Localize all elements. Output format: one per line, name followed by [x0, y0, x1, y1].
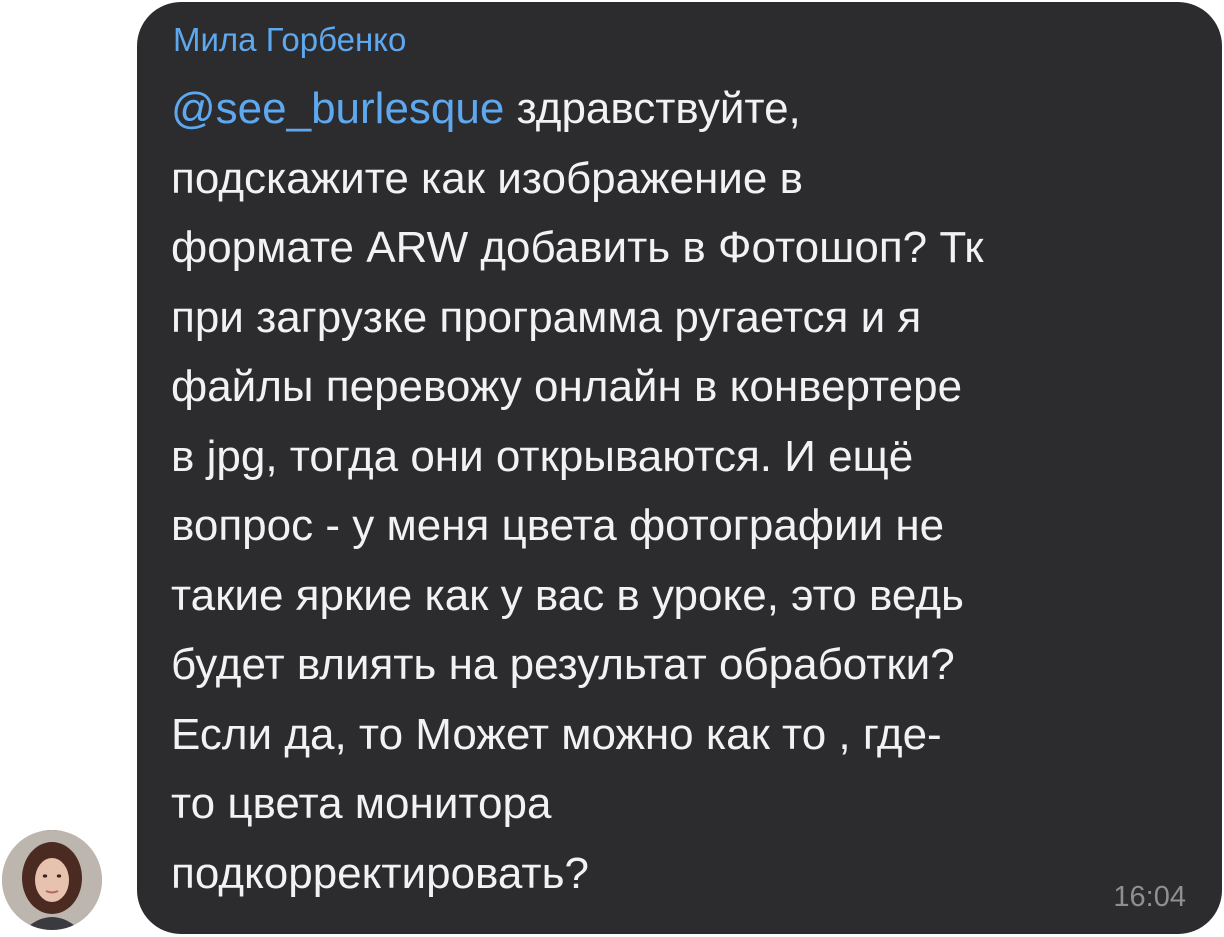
message-line: файлы перевожу онлайн в конвертере: [171, 362, 963, 411]
sender-name[interactable]: Мила Горбенко: [173, 20, 406, 60]
chat-view: Мила Горбенко @see_burlesque здравствуйт…: [0, 0, 1224, 937]
mention-link[interactable]: @see_burlesque: [171, 84, 504, 133]
message-line: такие яркие как у вас в уроке, это ведь: [171, 570, 964, 620]
avatar[interactable]: [2, 830, 102, 930]
message-line-text: здравствуйте,: [504, 84, 801, 133]
message-bubble[interactable]: Мила Горбенко @see_burlesque здравствуйт…: [137, 2, 1222, 934]
message-line: вопрос - у меня цвета фотографии не: [171, 501, 945, 550]
message-line: то цвета монитора: [171, 779, 552, 828]
message-line: при загрузке программа ругается и я: [171, 292, 922, 342]
message-line: подскажите как изображение в: [171, 153, 803, 203]
message-line: в jpg, тогда они открываются. И ещё: [171, 431, 914, 481]
message-line: @see_burlesque здравствуйте,: [171, 74, 1183, 144]
message-text: @see_burlesque здравствуйте, подскажите …: [171, 74, 1183, 908]
message-line: будет влиять на результат обработки?: [171, 640, 955, 689]
message-line: формате ARW добавить в Фотошоп? Тк: [171, 223, 984, 272]
message-timestamp: 16:04: [1113, 881, 1186, 913]
message-line: Если да, то Может можно как то , где-: [171, 709, 942, 759]
message-line: подкорректировать?: [171, 848, 589, 898]
